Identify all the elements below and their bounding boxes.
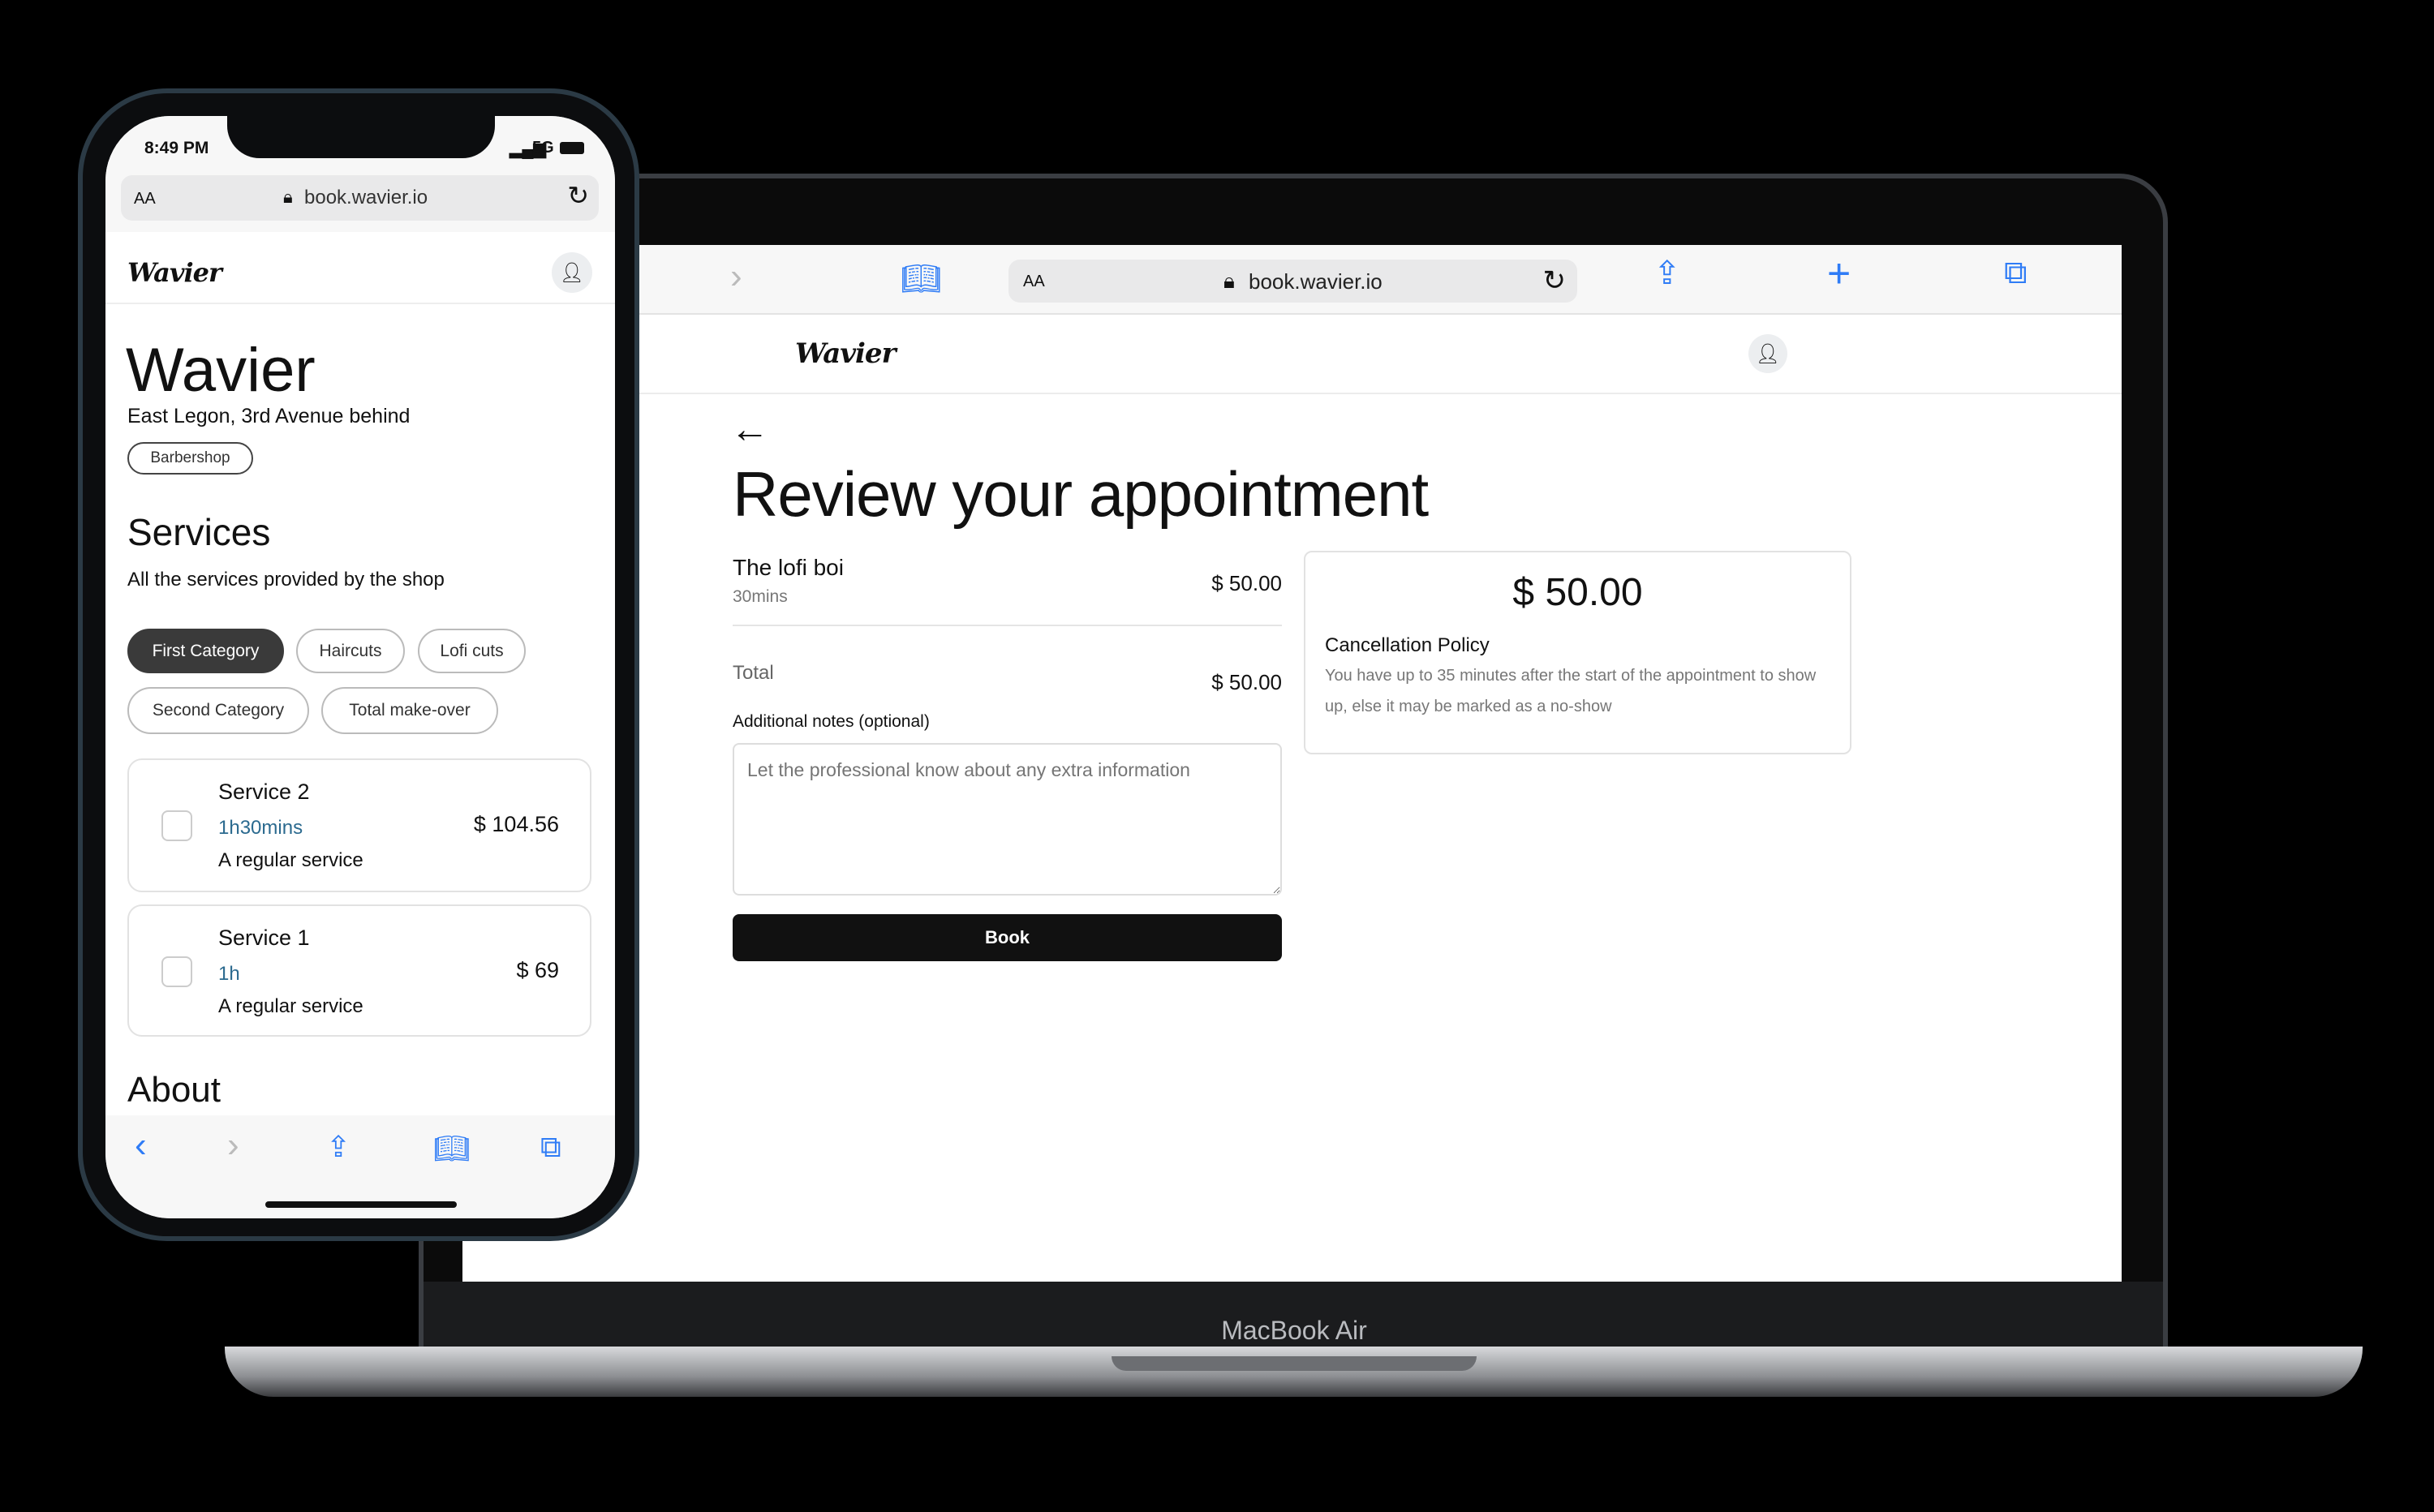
- divider: [105, 303, 615, 304]
- lock-icon: 🔒︎: [283, 187, 293, 207]
- site-header: Wavier 👤︎: [462, 315, 2122, 394]
- policy-title: Cancellation Policy: [1325, 634, 1490, 656]
- phone-address-bar[interactable]: AA 🔒︎ book.wavier.io ↻: [121, 175, 599, 221]
- laptop-screen: › 📖︎ AA 🔒︎ book.wavier.io ↻ ⇪ + ⧉ Wavier…: [462, 245, 2122, 1282]
- tabs-icon[interactable]: ⧉: [2004, 255, 2028, 291]
- phone-screen: 8:49 PM ▂▄▆ 5G AA 🔒︎ book.wavier.io ↻ Wa…: [105, 116, 615, 1218]
- service-description: A regular service: [218, 849, 363, 871]
- service-duration: 1h30mins: [218, 817, 303, 839]
- service-name: Service 2: [218, 780, 310, 804]
- bookmarks-icon[interactable]: 📖︎: [433, 1132, 471, 1166]
- service-price: $ 50.00: [1211, 571, 1282, 595]
- services-subtitle: All the services provided by the shop: [127, 569, 445, 591]
- service-price: $ 104.56: [473, 812, 559, 836]
- network-label: 5G: [532, 139, 554, 157]
- laptop-base: [225, 1347, 2363, 1397]
- bookmarks-icon[interactable]: 📖︎: [901, 260, 942, 298]
- url-text: book.wavier.io: [1249, 269, 1383, 294]
- phone-bottom-toolbar: ‹ › ⇪ 📖︎ ⧉: [105, 1115, 615, 1218]
- category-chip-total-make-over[interactable]: Total make-over: [321, 687, 498, 734]
- share-icon[interactable]: ⇪: [326, 1130, 350, 1164]
- back-arrow-icon[interactable]: ←: [730, 407, 769, 452]
- reader-button[interactable]: AA: [134, 190, 156, 208]
- service-card[interactable]: Service 2 1h30mins A regular service $ 1…: [127, 758, 591, 892]
- category-chip-haircuts[interactable]: Haircuts: [296, 629, 405, 673]
- forward-icon[interactable]: ›: [227, 1125, 239, 1166]
- lock-icon: 🔒︎: [1223, 268, 1235, 293]
- laptop-notch: [1112, 1356, 1477, 1371]
- reload-icon[interactable]: ↻: [1543, 264, 1567, 297]
- url-text: book.wavier.io: [304, 187, 428, 208]
- share-icon[interactable]: ⇪: [1653, 255, 1681, 292]
- total-value: $ 50.00: [1211, 670, 1282, 694]
- logo[interactable]: Wavier: [127, 257, 222, 288]
- summary-price: $ 50.00: [1512, 571, 1643, 614]
- service-duration: 30mins: [733, 587, 788, 606]
- notes-label: Additional notes (optional): [733, 712, 930, 731]
- book-button[interactable]: Book: [733, 914, 1282, 961]
- user-icon[interactable]: 👤︎: [552, 252, 592, 293]
- home-indicator[interactable]: [265, 1201, 457, 1208]
- about-title: About: [127, 1070, 221, 1110]
- new-tab-icon[interactable]: +: [1827, 250, 1851, 297]
- services-title: Services: [127, 511, 271, 553]
- shop-tag: Barbershop: [127, 442, 253, 475]
- back-icon[interactable]: ‹: [135, 1125, 147, 1166]
- reload-icon[interactable]: ↻: [567, 180, 589, 211]
- logo[interactable]: Wavier: [795, 337, 896, 370]
- status-time: 8:49 PM: [144, 139, 209, 157]
- summary-card: $ 50.00 Cancellation Policy You have up …: [1304, 551, 1851, 754]
- service-name: The lofi boi: [733, 555, 844, 580]
- policy-text: You have up to 35 minutes after the star…: [1325, 667, 1817, 715]
- total-label: Total: [733, 662, 774, 684]
- service-checkbox[interactable]: [161, 956, 192, 987]
- notch: [227, 116, 495, 158]
- shop-name: Wavier: [126, 336, 316, 405]
- page-title: Review your appointment: [733, 458, 1429, 530]
- shop-address: East Legon, 3rd Avenue behind: [127, 405, 411, 427]
- service-description: A regular service: [218, 995, 363, 1017]
- service-price: $ 69: [516, 958, 559, 982]
- notes-textarea[interactable]: [733, 743, 1282, 896]
- category-chip-lofi-cuts[interactable]: Lofi cuts: [418, 629, 526, 673]
- browser-toolbar: › 📖︎ AA 🔒︎ book.wavier.io ↻ ⇪ + ⧉: [462, 245, 2122, 315]
- category-chip-second[interactable]: Second Category: [127, 687, 309, 734]
- service-checkbox[interactable]: [161, 810, 192, 841]
- user-icon[interactable]: 👤︎: [1748, 334, 1787, 373]
- battery-icon: [560, 142, 584, 154]
- service-card[interactable]: Service 1 1h A regular service $ 69: [127, 904, 591, 1037]
- category-chip-first[interactable]: First Category: [127, 629, 284, 673]
- laptop-label: MacBook Air: [1221, 1316, 1367, 1345]
- divider: [733, 625, 1282, 626]
- address-bar[interactable]: AA 🔒︎ book.wavier.io ↻: [1008, 260, 1577, 303]
- service-duration: 1h: [218, 963, 240, 985]
- service-name: Service 1: [218, 926, 310, 950]
- tabs-icon[interactable]: ⧉: [540, 1130, 561, 1165]
- forward-icon[interactable]: ›: [730, 256, 742, 297]
- reader-button[interactable]: AA: [1023, 273, 1045, 291]
